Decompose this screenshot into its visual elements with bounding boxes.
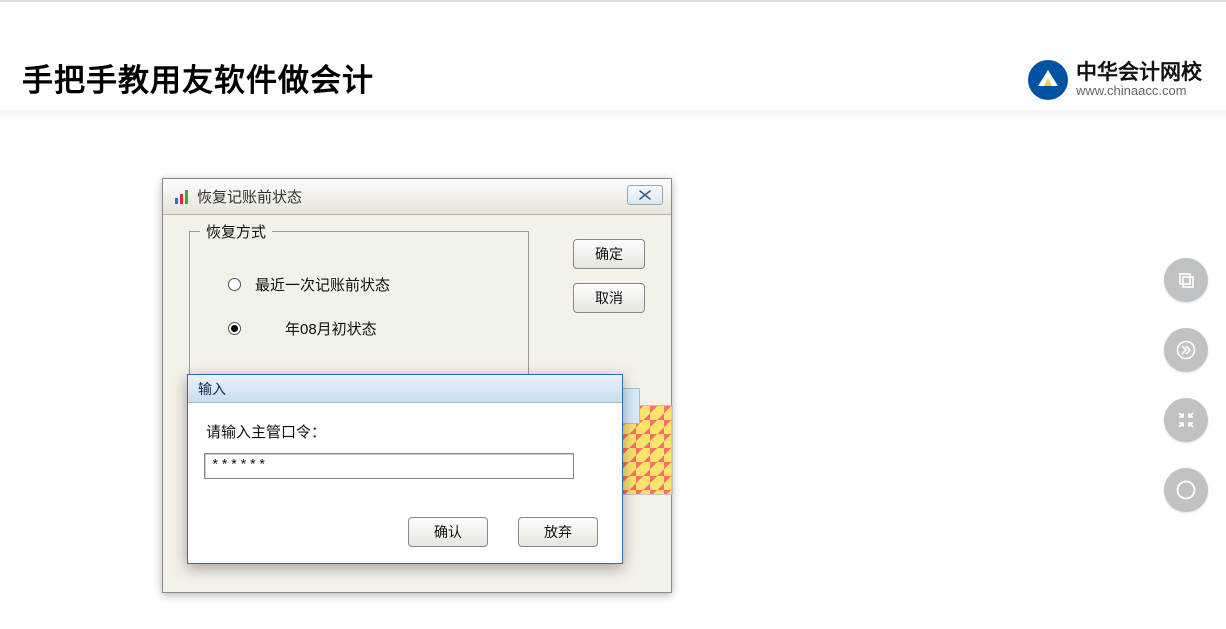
brand-name: 中华会计网校 bbox=[1076, 61, 1202, 84]
radio-option-month-start[interactable]: 年08月初状态 bbox=[228, 318, 377, 339]
password-input[interactable] bbox=[204, 453, 574, 479]
collapse-icon[interactable] bbox=[1164, 398, 1208, 442]
radio-indicator bbox=[228, 278, 241, 291]
brand-logo-icon bbox=[1028, 60, 1068, 100]
window-top-strip bbox=[0, 0, 1226, 2]
confirm-button[interactable]: 确认 bbox=[408, 517, 488, 547]
input-dialog-title: 输入 bbox=[198, 379, 226, 399]
close-button[interactable] bbox=[627, 185, 663, 205]
floating-toolbar bbox=[1164, 258, 1208, 512]
brand-url: www.chinaacc.com bbox=[1076, 84, 1202, 98]
restore-dialog: 恢复记账前状态 恢复方式 最近一次记账前状态 年08月初状态 确定 取消 bbox=[162, 178, 672, 593]
restore-dialog-titlebar[interactable]: 恢复记账前状态 bbox=[163, 179, 671, 215]
input-dialog: 输入 请输入主管口令： 确认 放弃 bbox=[187, 374, 623, 564]
input-dialog-titlebar[interactable]: 输入 bbox=[188, 375, 622, 403]
cancel-button[interactable]: 取消 bbox=[573, 283, 645, 313]
content-top-shadow bbox=[0, 110, 1226, 120]
radio-label: 年08月初状态 bbox=[285, 318, 377, 339]
copy-icon[interactable] bbox=[1164, 258, 1208, 302]
abandon-button[interactable]: 放弃 bbox=[518, 517, 598, 547]
fast-forward-icon[interactable] bbox=[1164, 328, 1208, 372]
radio-indicator bbox=[228, 322, 241, 335]
brand-block: 中华会计网校 www.chinaacc.com bbox=[1028, 60, 1202, 100]
record-icon[interactable] bbox=[1164, 468, 1208, 512]
password-prompt: 请输入主管口令： bbox=[206, 421, 326, 442]
radio-option-last-posting[interactable]: 最近一次记账前状态 bbox=[228, 274, 390, 295]
radio-label: 最近一次记账前状态 bbox=[255, 274, 390, 295]
groupbox-legend: 恢复方式 bbox=[200, 221, 272, 242]
restore-dialog-title: 恢复记账前状态 bbox=[197, 186, 302, 207]
restore-mode-groupbox: 恢复方式 最近一次记账前状态 年08月初状态 bbox=[189, 231, 529, 381]
app-icon bbox=[173, 188, 191, 206]
ok-button[interactable]: 确定 bbox=[573, 239, 645, 269]
decorative-graphic bbox=[621, 405, 673, 495]
slide-title: 手把手教用友软件做会计 bbox=[22, 55, 374, 100]
